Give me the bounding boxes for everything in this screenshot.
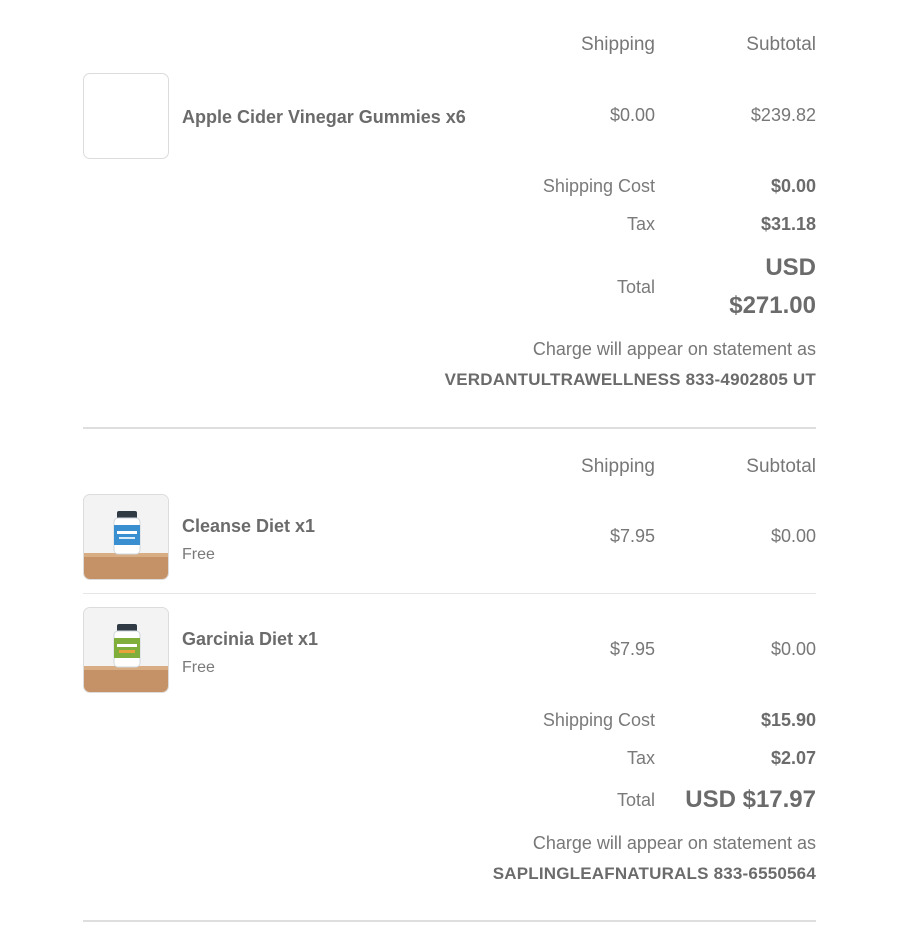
shipping-cost-label: Shipping Cost [542, 176, 655, 196]
total-amount: USD $17.97 [685, 786, 816, 813]
tax-label: Tax [626, 748, 655, 768]
total-amount: $271.00 [729, 292, 816, 319]
item-shipping: $7.95 [609, 526, 655, 546]
product-image-placeholder [83, 73, 169, 159]
product-name: Apple Cider Vinegar Gummies x6 [182, 107, 466, 127]
item-shipping: $0.00 [609, 105, 655, 125]
item-subtotal: $0.00 [770, 526, 816, 546]
tax-label: Tax [626, 214, 655, 234]
item-divider [83, 593, 816, 594]
tax-value: $2.07 [770, 748, 816, 768]
total-currency: USD [765, 254, 816, 281]
cleanse-bottle-icon [84, 495, 168, 579]
product-name: Garcinia Diet x1 [182, 629, 319, 649]
order-divider [83, 920, 816, 922]
statement-descriptor: SAPLINGLEAFNATURALS 833-6550564 [492, 864, 816, 883]
subtotal-column-header: Subtotal [746, 34, 816, 55]
product-image [83, 494, 169, 580]
statement-descriptor: VERDANTULTRAWELLNESS 833-4902805 UT [444, 370, 816, 389]
item-shipping: $7.95 [609, 639, 655, 659]
item-subtotal: $239.82 [750, 105, 816, 125]
statement-note: Charge will appear on statement as [532, 339, 816, 359]
product-name: Cleanse Diet x1 [182, 516, 316, 536]
shipping-column-header: Shipping [581, 456, 655, 477]
product-price-note: Free [182, 659, 215, 676]
product-image [83, 607, 169, 693]
statement-note: Charge will appear on statement as [532, 833, 816, 853]
shipping-cost-value: $15.90 [760, 710, 816, 730]
garcinia-bottle-icon [84, 608, 168, 692]
order-divider [83, 427, 816, 429]
product-price-note: Free [182, 546, 215, 563]
shipping-cost-value: $0.00 [770, 176, 816, 196]
tax-value: $31.18 [760, 214, 816, 234]
shipping-cost-label: Shipping Cost [542, 710, 655, 730]
subtotal-column-header: Subtotal [746, 456, 816, 477]
shipping-column-header: Shipping [581, 34, 655, 55]
item-subtotal: $0.00 [770, 639, 816, 659]
